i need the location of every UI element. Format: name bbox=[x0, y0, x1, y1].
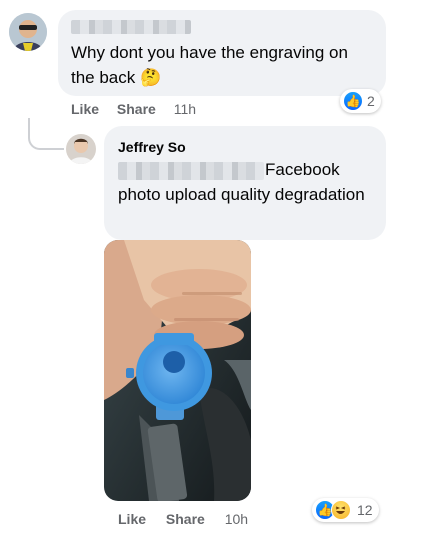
like-link[interactable]: Like bbox=[71, 101, 99, 117]
like-link[interactable]: Like bbox=[118, 511, 146, 527]
thumbs-up-icon: 👍 bbox=[343, 91, 363, 111]
thinking-emoji: 🤔 bbox=[140, 68, 162, 87]
comment-reactions[interactable]: 👍 2 bbox=[340, 89, 381, 113]
comment-text-block: Why dont you have the engraving on the b… bbox=[71, 40, 371, 90]
reply-timestamp[interactable]: 10h bbox=[225, 511, 248, 527]
reply-author-avatar[interactable] bbox=[66, 134, 96, 164]
comment-reaction-count: 2 bbox=[367, 93, 375, 109]
share-link[interactable]: Share bbox=[166, 511, 205, 527]
comment-actions: Like Share 11h bbox=[71, 101, 196, 117]
reply-actions: Like Share 10h bbox=[118, 511, 248, 527]
reply-thread-line bbox=[28, 118, 64, 150]
reply-text-redacted bbox=[118, 161, 264, 180]
wrist-watch-photo bbox=[104, 240, 251, 501]
laughing-face-icon bbox=[331, 500, 351, 520]
reply-author-avatar-image bbox=[66, 134, 96, 164]
reply-text-block: Facebook photo upload quality degradatio… bbox=[118, 157, 378, 207]
share-link[interactable]: Share bbox=[117, 101, 156, 117]
comment-timestamp[interactable]: 11h bbox=[174, 101, 196, 117]
comment-text: Why dont you have the engraving on the b… bbox=[71, 43, 348, 87]
reply-photo[interactable] bbox=[104, 240, 251, 501]
commenter-avatar[interactable] bbox=[9, 13, 47, 51]
reply-author-name[interactable]: Jeffrey So bbox=[118, 139, 186, 155]
reply-reactions[interactable]: 👍 12 bbox=[312, 498, 379, 522]
commenter-avatar-image bbox=[9, 13, 47, 51]
reply-reaction-count: 12 bbox=[357, 502, 373, 518]
commenter-name-redacted bbox=[71, 18, 191, 36]
